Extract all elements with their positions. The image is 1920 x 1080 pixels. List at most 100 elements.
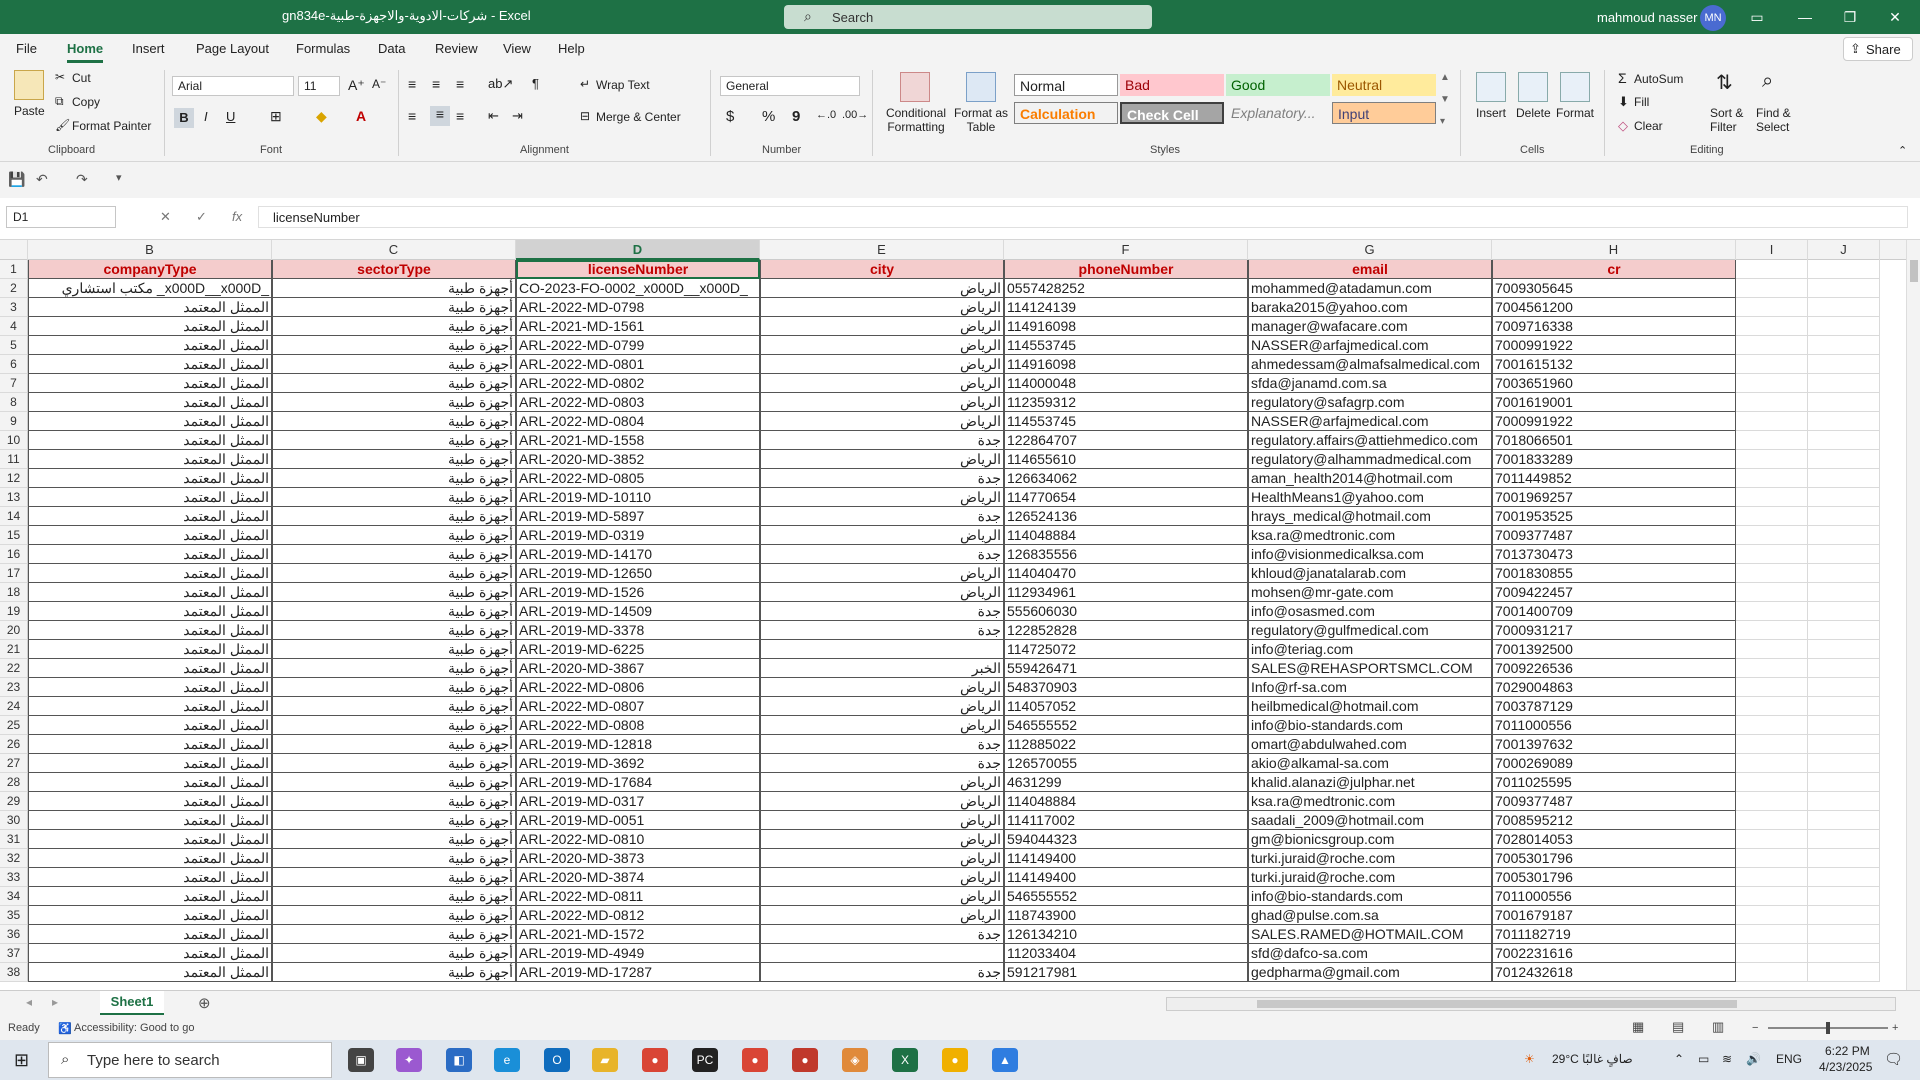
- empty-cell[interactable]: [1808, 925, 1880, 944]
- data-cell[interactable]: 126134210: [1004, 925, 1248, 944]
- data-cell[interactable]: أجهزة طبية: [272, 545, 516, 564]
- data-cell[interactable]: 114149400: [1004, 868, 1248, 887]
- data-cell[interactable]: 7009377487: [1492, 792, 1736, 811]
- empty-cell[interactable]: [1736, 887, 1808, 906]
- data-cell[interactable]: ksa.ra@medtronic.com: [1248, 526, 1492, 545]
- data-cell[interactable]: الرياض: [760, 868, 1004, 887]
- share-button[interactable]: ⇪ Share: [1843, 37, 1913, 61]
- wrap-text-icon[interactable]: ↵: [580, 77, 590, 91]
- data-cell[interactable]: أجهزة طبية: [272, 659, 516, 678]
- row-header[interactable]: 18: [0, 583, 28, 602]
- data-cell[interactable]: ARL-2022-MD-0812: [516, 906, 760, 925]
- fill-icon[interactable]: ⬇: [1618, 94, 1629, 110]
- row-header[interactable]: 10: [0, 431, 28, 450]
- row-header[interactable]: 6: [0, 355, 28, 374]
- data-cell[interactable]: 114553745: [1004, 412, 1248, 431]
- data-cell[interactable]: 7001679187: [1492, 906, 1736, 925]
- row-header[interactable]: 21: [0, 640, 28, 659]
- autosum-button[interactable]: AutoSum: [1634, 72, 1683, 86]
- data-cell[interactable]: 122852828: [1004, 621, 1248, 640]
- data-cell[interactable]: 7012432618: [1492, 963, 1736, 982]
- data-cell[interactable]: [760, 944, 1004, 963]
- empty-cell[interactable]: [1736, 317, 1808, 336]
- data-cell[interactable]: الرياض: [760, 583, 1004, 602]
- data-cell[interactable]: info@teriag.com: [1248, 640, 1492, 659]
- format-painter-button[interactable]: Format Painter: [72, 119, 151, 133]
- data-cell[interactable]: 4631299: [1004, 773, 1248, 792]
- empty-cell[interactable]: [1736, 868, 1808, 887]
- data-cell[interactable]: 114040470: [1004, 564, 1248, 583]
- data-cell[interactable]: الممثل المعتمد: [28, 355, 272, 374]
- column-header-g[interactable]: G: [1248, 240, 1492, 260]
- data-cell[interactable]: ARL-2019-MD-12818: [516, 735, 760, 754]
- data-cell[interactable]: ARL-2020-MD-3867: [516, 659, 760, 678]
- row-header[interactable]: 8: [0, 393, 28, 412]
- data-cell[interactable]: 114916098: [1004, 317, 1248, 336]
- find-select-icon[interactable]: ⌕: [1762, 70, 1773, 93]
- data-cell[interactable]: 591217981: [1004, 963, 1248, 982]
- tab-data[interactable]: Data: [378, 41, 405, 56]
- data-cell[interactable]: الممثل المعتمد: [28, 868, 272, 887]
- data-cell[interactable]: ARL-2019-MD-14509: [516, 602, 760, 621]
- empty-cell[interactable]: [1808, 564, 1880, 583]
- data-cell[interactable]: الممثل المعتمد: [28, 602, 272, 621]
- empty-cell[interactable]: [1736, 621, 1808, 640]
- data-cell[interactable]: 555606030: [1004, 602, 1248, 621]
- prev-sheet-icon[interactable]: ◂: [26, 995, 32, 1009]
- row-header[interactable]: 29: [0, 792, 28, 811]
- empty-cell[interactable]: [1736, 640, 1808, 659]
- data-cell[interactable]: hrays_medical@hotmail.com: [1248, 507, 1492, 526]
- row-header[interactable]: 36: [0, 925, 28, 944]
- row-header[interactable]: 23: [0, 678, 28, 697]
- collapse-ribbon-icon[interactable]: ⌃: [1898, 144, 1907, 157]
- ribbon-display-icon[interactable]: ▭: [1742, 6, 1772, 28]
- formula-input[interactable]: licenseNumber: [258, 206, 1908, 228]
- data-cell[interactable]: 548370903: [1004, 678, 1248, 697]
- data-cell[interactable]: الممثل المعتمد: [28, 545, 272, 564]
- align-center-icon[interactable]: ≡: [430, 106, 450, 126]
- user-name[interactable]: mahmoud nasser: [1597, 10, 1697, 25]
- data-cell[interactable]: info@bio-standards.com: [1248, 716, 1492, 735]
- data-cell[interactable]: الرياض: [760, 678, 1004, 697]
- data-cell[interactable]: turki.juraid@roche.com: [1248, 849, 1492, 868]
- empty-cell[interactable]: [1808, 906, 1880, 925]
- empty-cell[interactable]: [1808, 412, 1880, 431]
- volume-icon[interactable]: 🔊: [1746, 1052, 1761, 1066]
- undo-icon[interactable]: ↶: [36, 171, 48, 188]
- name-box[interactable]: D1: [6, 206, 116, 228]
- delete-cells-button[interactable]: Delete: [1516, 106, 1551, 120]
- column-title-cell[interactable]: sectorType: [272, 260, 516, 279]
- data-cell[interactable]: الرياض: [760, 773, 1004, 792]
- data-cell[interactable]: الرياض: [760, 488, 1004, 507]
- data-cell[interactable]: أجهزة طبية: [272, 678, 516, 697]
- increase-font-icon[interactable]: A⁺: [348, 77, 365, 94]
- empty-cell[interactable]: [1808, 488, 1880, 507]
- tab-view[interactable]: View: [503, 41, 531, 56]
- empty-cell[interactable]: [1736, 716, 1808, 735]
- empty-cell[interactable]: [1736, 450, 1808, 469]
- save-icon[interactable]: 💾: [8, 171, 25, 188]
- vertical-scroll-thumb[interactable]: [1910, 260, 1918, 282]
- data-cell[interactable]: 126524136: [1004, 507, 1248, 526]
- row-header[interactable]: 5: [0, 336, 28, 355]
- data-cell[interactable]: 114048884: [1004, 526, 1248, 545]
- data-cell[interactable]: ARL-2019-MD-4949: [516, 944, 760, 963]
- data-cell[interactable]: 126634062: [1004, 469, 1248, 488]
- empty-cell[interactable]: [1808, 317, 1880, 336]
- search-box[interactable]: ⌕ Search: [784, 5, 1152, 29]
- data-cell[interactable]: 112033404: [1004, 944, 1248, 963]
- column-title-cell[interactable]: city: [760, 260, 1004, 279]
- data-cell[interactable]: 7009422457: [1492, 583, 1736, 602]
- empty-cell[interactable]: [1808, 583, 1880, 602]
- next-sheet-icon[interactable]: ▸: [52, 995, 58, 1009]
- empty-cell[interactable]: [1736, 849, 1808, 868]
- tray-overflow-icon[interactable]: ⌃: [1674, 1052, 1684, 1066]
- photos-icon[interactable]: ▲: [992, 1048, 1018, 1072]
- empty-cell[interactable]: [1736, 355, 1808, 374]
- empty-cell[interactable]: [1736, 298, 1808, 317]
- data-cell[interactable]: 7018066501: [1492, 431, 1736, 450]
- format-cells-icon[interactable]: [1560, 72, 1590, 102]
- data-cell[interactable]: أجهزة طبية: [272, 469, 516, 488]
- data-cell[interactable]: أجهزة طبية: [272, 925, 516, 944]
- empty-cell[interactable]: [1736, 602, 1808, 621]
